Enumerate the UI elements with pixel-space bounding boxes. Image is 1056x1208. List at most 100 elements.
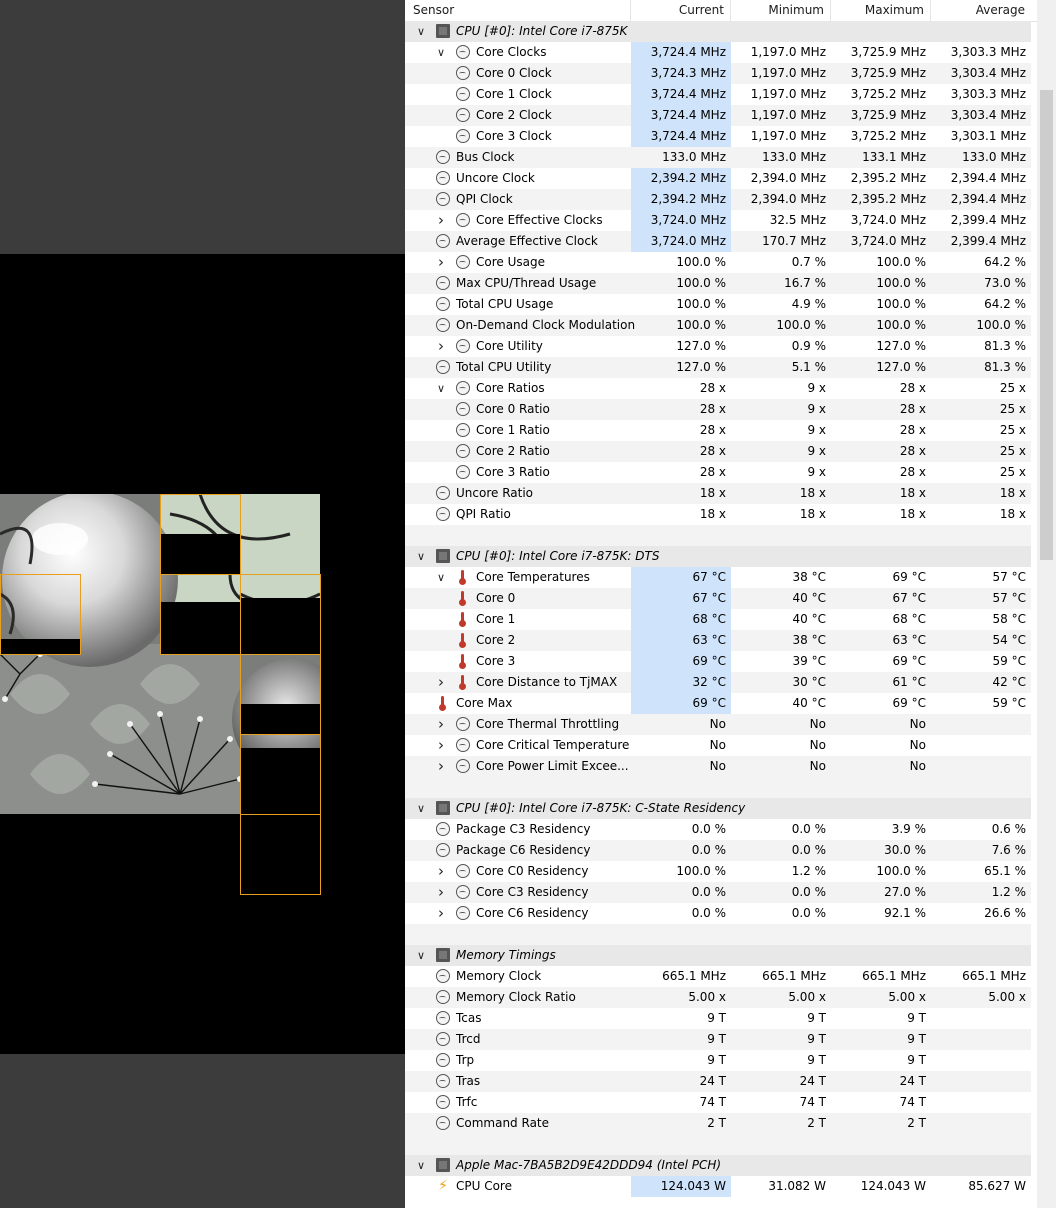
sensor-value-current: 133.0 MHz xyxy=(662,150,726,164)
chevron-down-icon[interactable]: ∨ xyxy=(415,798,427,819)
sensor-row[interactable]: Core 2 Ratio 28 x 9 x 28 x 25 x xyxy=(405,441,1031,462)
sensor-row[interactable]: Core 3 69 °C 39 °C 69 °C 59 °C xyxy=(405,651,1031,672)
sensor-row[interactable]: Core 1 Clock 3,724.4 MHz 1,197.0 MHz 3,725.… xyxy=(405,84,1031,105)
sensor-row[interactable]: ∨ Core Ratios 28 x 9 x 28 x 25 x xyxy=(405,378,1031,399)
sensor-value-maximum: 9 T xyxy=(907,1032,926,1046)
sensor-row[interactable]: › Core Thermal Throttling No No No xyxy=(405,714,1031,735)
sensor-value-maximum: 74 T xyxy=(899,1095,926,1109)
sensor-row[interactable]: › Core C6 Residency 0.0 % 0.0 % 92.1 % 26.6 % xyxy=(405,903,1031,924)
chevron-down-icon[interactable]: ∨ xyxy=(415,945,427,966)
column-current[interactable]: Current xyxy=(631,0,731,21)
sensor-group-header[interactable]: ∨ Apple Mac-7BA5B2D9E42DDD94 (Intel PCH) xyxy=(405,1155,1031,1176)
sensor-label: On-Demand Clock Modulation xyxy=(456,318,636,332)
sensor-value-current: 18 x xyxy=(699,507,726,521)
sensor-row[interactable]: Trfc 74 T 74 T 74 T xyxy=(405,1092,1031,1113)
sensor-row[interactable]: Package C3 Residency 0.0 % 0.0 % 3.9 % 0.6 % xyxy=(405,819,1031,840)
sensor-value-maximum: 18 x xyxy=(899,507,926,521)
chevron-right-icon[interactable]: › xyxy=(435,714,447,735)
sensor-row[interactable]: QPI Ratio 18 x 18 x 18 x 18 x xyxy=(405,504,1031,525)
sensor-row[interactable]: Max CPU/Thread Usage 100.0 % 16.7 % 100.0 %… xyxy=(405,273,1031,294)
sensor-row[interactable]: Core 3 Clock 3,724.4 MHz 1,197.0 MHz 3,725.… xyxy=(405,126,1031,147)
chevron-right-icon[interactable]: › xyxy=(435,903,447,924)
sensor-row[interactable]: On-Demand Clock Modulation 100.0 % 100.0 %… xyxy=(405,315,1031,336)
sensor-value-maximum: 28 x xyxy=(899,444,926,458)
sensor-value-maximum: 5.00 x xyxy=(888,990,926,1004)
sensor-value-current: 5.00 x xyxy=(688,990,726,1004)
chevron-down-icon[interactable]: ∨ xyxy=(435,378,447,399)
sensor-row[interactable]: Total CPU Utility 127.0 % 5.1 % 127.0 % 81.3… xyxy=(405,357,1031,378)
sensor-row[interactable]: Core 3 Ratio 28 x 9 x 28 x 25 x xyxy=(405,462,1031,483)
sensor-row[interactable]: › Core Effective Clocks 3,724.0 MHz 32.5 MH… xyxy=(405,210,1031,231)
sensor-row[interactable]: Core 2 63 °C 38 °C 63 °C 54 °C xyxy=(405,630,1031,651)
sensor-row[interactable]: › Core Power Limit Excee... No No No xyxy=(405,756,1031,777)
sensor-row[interactable]: Trp 9 T 9 T 9 T xyxy=(405,1050,1031,1071)
sensor-row[interactable]: Memory Clock Ratio 5.00 x 5.00 x 5.00 x 5.00… xyxy=(405,987,1031,1008)
sensor-row[interactable]: Core 0 67 °C 40 °C 67 °C 57 °C xyxy=(405,588,1031,609)
sensor-value-maximum: 28 x xyxy=(899,402,926,416)
sensor-row[interactable]: Tcas 9 T 9 T 9 T xyxy=(405,1008,1031,1029)
column-minimum[interactable]: Minimum xyxy=(731,0,831,21)
chevron-right-icon[interactable]: › xyxy=(435,336,447,357)
chevron-right-icon[interactable]: › xyxy=(435,252,447,273)
sensor-label: Core 0 xyxy=(476,591,516,605)
sensor-row[interactable]: Bus Clock 133.0 MHz 133.0 MHz 133.1 MHz 133.… xyxy=(405,147,1031,168)
chevron-down-icon[interactable]: ∨ xyxy=(415,21,427,42)
sensor-group-header[interactable]: ∨ CPU [#0]: Intel Core i7-875K xyxy=(405,21,1031,42)
sensor-row[interactable]: › Core Distance to TjMAX 32 °C 30 °C 61 °C 42… xyxy=(405,672,1031,693)
sensor-group-header[interactable]: ∨ CPU [#0]: Intel Core i7-875K: C-State R… xyxy=(405,798,1031,819)
sensor-row[interactable]: Core Max 69 °C 40 °C 69 °C 59 °C xyxy=(405,693,1031,714)
sensor-value-maximum: 92.1 % xyxy=(884,906,926,920)
sensor-value-maximum: 18 x xyxy=(899,486,926,500)
sensor-value-average xyxy=(931,1008,1031,1029)
sensor-row[interactable]: Package C6 Residency 0.0 % 0.0 % 30.0 % 7.6 … xyxy=(405,840,1031,861)
sensor-row[interactable]: › Core C3 Residency 0.0 % 0.0 % 27.0 % 1.2 % xyxy=(405,882,1031,903)
sensor-row[interactable]: Uncore Clock 2,394.2 MHz 2,394.0 MHz 2,395.… xyxy=(405,168,1031,189)
vertical-scrollbar[interactable] xyxy=(1037,0,1056,1208)
sensor-row[interactable]: Core 2 Clock 3,724.4 MHz 1,197.0 MHz 3,725.… xyxy=(405,105,1031,126)
sensor-label: Core 3 Clock xyxy=(476,129,552,143)
sensor-row[interactable]: Core 0 Clock 3,724.3 MHz 1,197.0 MHz 3,725.… xyxy=(405,63,1031,84)
chevron-right-icon[interactable]: › xyxy=(435,672,447,693)
chevron-right-icon[interactable]: › xyxy=(435,210,447,231)
sensor-row[interactable]: Memory Clock 665.1 MHz 665.1 MHz 665.1 MHz 6… xyxy=(405,966,1031,987)
chevron-down-icon[interactable]: ∨ xyxy=(435,567,447,588)
sensor-row[interactable]: Tras 24 T 24 T 24 T xyxy=(405,1071,1031,1092)
chevron-right-icon[interactable]: › xyxy=(435,735,447,756)
chevron-right-icon[interactable]: › xyxy=(435,861,447,882)
sensor-value-minimum: 2,394.0 MHz xyxy=(750,192,826,206)
clock-icon xyxy=(456,339,470,353)
chevron-down-icon[interactable]: ∨ xyxy=(415,546,427,567)
scrollbar-thumb[interactable] xyxy=(1040,90,1053,560)
sensor-row[interactable]: › Core Usage 100.0 % 0.7 % 100.0 % 64.2 % xyxy=(405,252,1031,273)
sensor-value-minimum: 1,197.0 MHz xyxy=(750,66,826,80)
sensor-value-current: 3,724.0 MHz xyxy=(631,210,731,231)
sensor-row[interactable]: › Core Critical Temperature No No No xyxy=(405,735,1031,756)
column-maximum[interactable]: Maximum xyxy=(831,0,931,21)
sensor-row[interactable]: Core 1 Ratio 28 x 9 x 28 x 25 x xyxy=(405,420,1031,441)
chevron-right-icon[interactable]: › xyxy=(435,756,447,777)
sensor-group-header[interactable]: ∨ Memory Timings xyxy=(405,945,1031,966)
column-sensor[interactable]: Sensor xyxy=(405,0,631,21)
chevron-right-icon[interactable]: › xyxy=(435,882,447,903)
sensor-row[interactable]: ∨ Core Clocks 3,724.4 MHz 1,197.0 MHz 3,725.… xyxy=(405,42,1031,63)
sensor-value-minimum: 9 T xyxy=(807,1032,826,1046)
sensor-row[interactable]: QPI Clock 2,394.2 MHz 2,394.0 MHz 2,395.2 M… xyxy=(405,189,1031,210)
sensor-row[interactable]: Trcd 9 T 9 T 9 T xyxy=(405,1029,1031,1050)
sensor-row[interactable]: ⚡ CPU Core 124.043 W 31.082 W 124.043 W 85.62… xyxy=(405,1176,1031,1197)
chevron-down-icon[interactable]: ∨ xyxy=(435,42,447,63)
sensor-value-maximum: 69 °C xyxy=(892,570,926,584)
sensor-value-minimum: 9 T xyxy=(807,1011,826,1025)
sensor-row[interactable]: ∨ Core Temperatures 67 °C 38 °C 69 °C 57 °C xyxy=(405,567,1031,588)
sensor-row[interactable]: Average Effective Clock 3,724.0 MHz 170.7 … xyxy=(405,231,1031,252)
column-average[interactable]: Average xyxy=(931,0,1031,21)
sensor-row[interactable]: Command Rate 2 T 2 T 2 T xyxy=(405,1113,1031,1134)
chevron-down-icon[interactable]: ∨ xyxy=(415,1155,427,1176)
sensor-value-minimum: 5.1 % xyxy=(791,360,826,374)
sensor-group-header[interactable]: ∨ CPU [#0]: Intel Core i7-875K: DTS xyxy=(405,546,1031,567)
sensor-row[interactable]: Core 0 Ratio 28 x 9 x 28 x 25 x xyxy=(405,399,1031,420)
sensor-row[interactable]: › Core Utility 127.0 % 0.9 % 127.0 % 81.3 % xyxy=(405,336,1031,357)
sensor-row[interactable]: Total CPU Usage 100.0 % 4.9 % 100.0 % 64.2 % xyxy=(405,294,1031,315)
sensor-row[interactable]: › Core C0 Residency 100.0 % 1.2 % 100.0 % 65.… xyxy=(405,861,1031,882)
sensor-row[interactable]: Core 1 68 °C 40 °C 68 °C 58 °C xyxy=(405,609,1031,630)
sensor-row[interactable]: Uncore Ratio 18 x 18 x 18 x 18 x xyxy=(405,483,1031,504)
